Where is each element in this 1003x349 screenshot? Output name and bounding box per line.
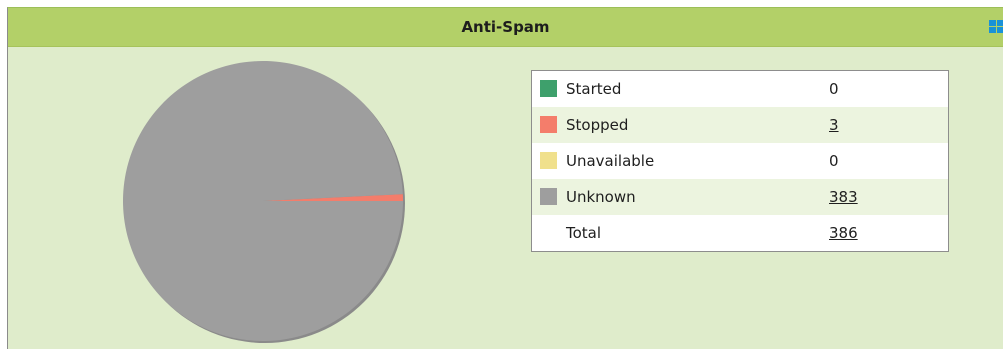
legend-value-started: 0 bbox=[829, 80, 839, 98]
widget-title: Anti-Spam bbox=[461, 18, 550, 36]
legend-row-total: Total 386 bbox=[532, 215, 948, 251]
status-pie-chart bbox=[123, 61, 405, 343]
anti-spam-widget: Anti-Spam Started 0 Stopped 3 Unavailabl… bbox=[7, 7, 1003, 349]
legend-label-total: Total bbox=[566, 224, 602, 242]
legend-swatch-unavailable bbox=[540, 152, 557, 169]
legend-swatch-stopped bbox=[540, 116, 557, 133]
legend-label-stopped: Stopped bbox=[566, 116, 629, 134]
widget-header: Anti-Spam bbox=[8, 8, 1003, 47]
legend-row-unknown: Unknown 383 bbox=[532, 179, 948, 215]
legend-label-unknown: Unknown bbox=[566, 188, 636, 206]
pie-slice-unknown[interactable] bbox=[123, 61, 404, 342]
legend-value-stopped-link[interactable]: 3 bbox=[829, 107, 839, 143]
legend-row-started: Started 0 bbox=[532, 71, 948, 107]
legend-value-unknown-link[interactable]: 383 bbox=[829, 179, 858, 215]
legend-swatch-unknown bbox=[540, 188, 557, 205]
legend-row-unavailable: Unavailable 0 bbox=[532, 143, 948, 179]
legend-table: Started 0 Stopped 3 Unavailable 0 Unknow… bbox=[531, 70, 949, 252]
legend-value-total-link[interactable]: 386 bbox=[829, 215, 858, 251]
legend-swatch-started bbox=[540, 80, 557, 97]
legend-value-unavailable: 0 bbox=[829, 152, 839, 170]
windows-icon[interactable] bbox=[989, 20, 1003, 34]
legend-label-unavailable: Unavailable bbox=[566, 152, 655, 170]
legend-row-stopped: Stopped 3 bbox=[532, 107, 948, 143]
legend-label-started: Started bbox=[566, 80, 622, 98]
